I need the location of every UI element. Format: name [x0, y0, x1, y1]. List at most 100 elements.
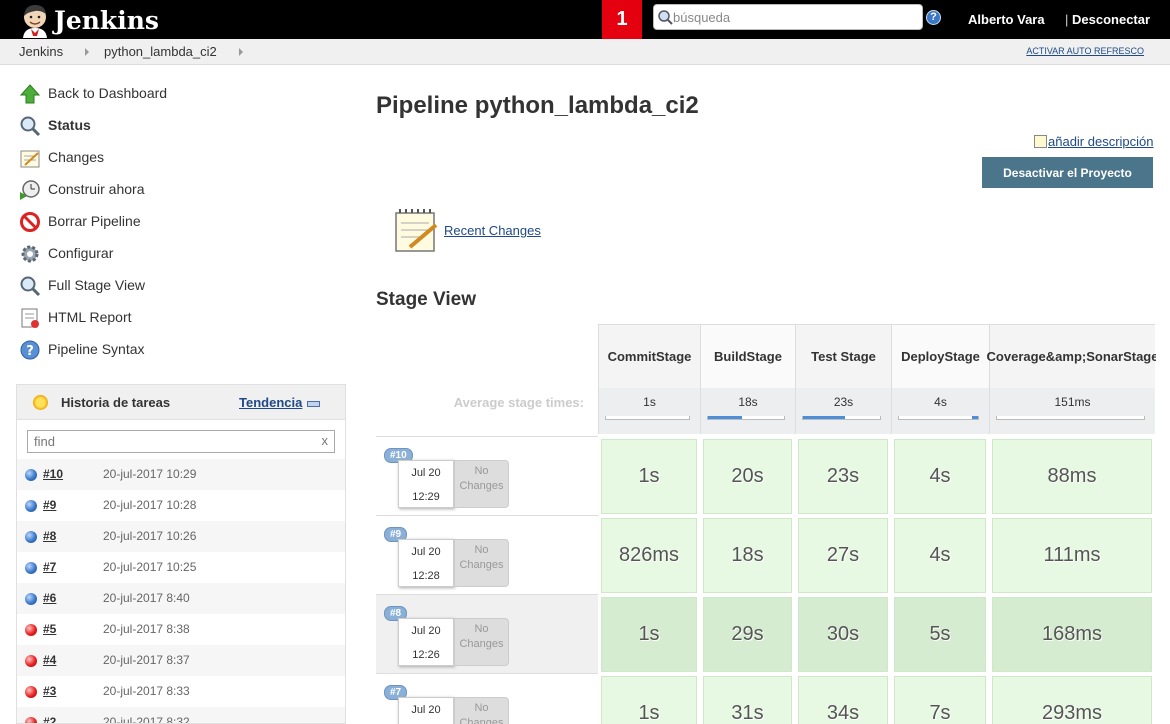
- stage-cell[interactable]: 88ms: [992, 439, 1152, 514]
- build-date[interactable]: 20-jul-2017 8:37: [103, 653, 190, 667]
- auto-refresh-link[interactable]: ACTIVAR AUTO REFRESCO: [1026, 46, 1144, 56]
- stage-cell[interactable]: 23s: [798, 439, 888, 514]
- build-history-row[interactable]: #3 20-jul-2017 8:33: [17, 676, 345, 707]
- stage-cell[interactable]: 30s: [798, 597, 888, 672]
- task-full-stage-view[interactable]: Full Stage View: [16, 270, 346, 302]
- stage-cell[interactable]: 293ms: [992, 676, 1152, 724]
- build-status-ball-icon[interactable]: [25, 562, 37, 574]
- build-number-link[interactable]: #9: [43, 498, 56, 512]
- task-back-to-dashboard[interactable]: Back to Dashboard: [16, 78, 346, 110]
- build-number-link[interactable]: #8: [43, 529, 56, 543]
- breadcrumb-arrow-icon[interactable]: [85, 48, 89, 56]
- stage-progress-fill: [971, 416, 978, 419]
- build-date[interactable]: 20-jul-2017 8:40: [103, 591, 190, 605]
- notepad-icon[interactable]: [394, 207, 438, 253]
- task-label[interactable]: Construir ahora: [48, 181, 145, 197]
- build-date[interactable]: 20-jul-2017 10:26: [103, 529, 196, 543]
- task-label[interactable]: Pipeline Syntax: [48, 341, 145, 357]
- build-date[interactable]: 20-jul-2017 8:33: [103, 684, 190, 698]
- add-description-label[interactable]: añadir descripción: [1048, 134, 1154, 149]
- build-date[interactable]: 20-jul-2017 8:38: [103, 622, 190, 636]
- search-help-icon[interactable]: ?: [926, 10, 941, 25]
- add-description-link[interactable]: añadir descripción: [1034, 134, 1154, 149]
- build-date[interactable]: 20-jul-2017 10:28: [103, 498, 196, 512]
- run-changes[interactable]: No Changes: [454, 539, 509, 587]
- build-status-ball-icon[interactable]: [25, 531, 37, 543]
- stage-cell[interactable]: 4s: [894, 439, 986, 514]
- recent-changes-link[interactable]: Recent Changes: [444, 223, 541, 238]
- build-history-row[interactable]: #4 20-jul-2017 8:37: [17, 645, 345, 676]
- build-status-ball-icon[interactable]: [25, 655, 37, 667]
- task-label[interactable]: Back to Dashboard: [48, 85, 167, 101]
- run-changes[interactable]: No Changes: [454, 697, 509, 724]
- jenkins-logo[interactable]: Jenkins: [18, 2, 178, 38]
- build-history-row[interactable]: #6 20-jul-2017 8:40: [17, 583, 345, 614]
- user-link[interactable]: Alberto Vara: [968, 12, 1045, 27]
- stage-cell[interactable]: 18s: [703, 518, 792, 593]
- build-status-ball-icon[interactable]: [25, 717, 37, 723]
- build-date[interactable]: 20-jul-2017 10:25: [103, 560, 196, 574]
- stage-cell[interactable]: 34s: [798, 676, 888, 724]
- run-changes[interactable]: No Changes: [454, 460, 509, 508]
- task-pipeline-syntax[interactable]: ? Pipeline Syntax: [16, 334, 346, 366]
- build-status-ball-icon[interactable]: [25, 469, 37, 481]
- stage-cell[interactable]: 4s: [894, 518, 986, 593]
- task-build-now[interactable]: Construir ahora: [16, 174, 346, 206]
- build-status-ball-icon[interactable]: [25, 500, 37, 512]
- build-number-link[interactable]: #3: [43, 684, 56, 698]
- task-label[interactable]: Changes: [48, 149, 104, 165]
- stage-cell[interactable]: 5s: [894, 597, 986, 672]
- stage-cell[interactable]: 168ms: [992, 597, 1152, 672]
- breadcrumb-project[interactable]: python_lambda_ci2: [104, 44, 217, 59]
- task-label[interactable]: Configurar: [48, 245, 113, 261]
- build-status-ball-icon[interactable]: [25, 593, 37, 605]
- task-configure[interactable]: Configurar: [16, 238, 346, 270]
- build-number-link[interactable]: #4: [43, 653, 56, 667]
- build-history-row[interactable]: #9 20-jul-2017 10:28: [17, 490, 345, 521]
- disable-project-button[interactable]: Desactivar el Proyecto: [982, 157, 1153, 188]
- task-delete-pipeline[interactable]: Borrar Pipeline: [16, 206, 346, 238]
- build-date[interactable]: 20-jul-2017 10:29: [103, 467, 196, 481]
- notification-badge[interactable]: 1: [602, 0, 642, 39]
- build-status-ball-icon[interactable]: [25, 686, 37, 698]
- breadcrumb-jenkins[interactable]: Jenkins: [19, 44, 63, 59]
- build-filter-input[interactable]: [34, 433, 314, 450]
- task-label[interactable]: HTML Report: [48, 309, 132, 325]
- task-changes[interactable]: Changes: [16, 142, 346, 174]
- task-label[interactable]: Status: [48, 117, 91, 133]
- build-number-link[interactable]: #5: [43, 622, 56, 636]
- trend-link[interactable]: Tendencia: [239, 395, 302, 410]
- logout-link[interactable]: Desconectar: [1072, 12, 1150, 27]
- build-number-link[interactable]: #10: [43, 467, 63, 481]
- build-history-row[interactable]: #7 20-jul-2017 10:25: [17, 552, 345, 583]
- stage-cell[interactable]: 826ms: [601, 518, 697, 593]
- clear-filter-icon[interactable]: x: [322, 433, 329, 448]
- stage-cell[interactable]: 7s: [894, 676, 986, 724]
- stage-cell[interactable]: 29s: [703, 597, 792, 672]
- stage-cell[interactable]: 27s: [798, 518, 888, 593]
- task-status[interactable]: Status: [16, 110, 346, 142]
- build-history-row[interactable]: #8 20-jul-2017 10:26: [17, 521, 345, 552]
- stage-cell[interactable]: 1s: [601, 597, 697, 672]
- build-history-row[interactable]: #10 20-jul-2017 10:29: [17, 459, 345, 490]
- stage-run-info: #9 Jul 20 12:28 No Changes: [376, 515, 598, 594]
- build-history-row[interactable]: #5 20-jul-2017 8:38: [17, 614, 345, 645]
- breadcrumb-arrow-icon[interactable]: [239, 48, 243, 56]
- build-history-row[interactable]: #2 20-jul-2017 8:32: [17, 707, 345, 723]
- task-html-report[interactable]: HTML Report: [16, 302, 346, 334]
- build-number-link[interactable]: #6: [43, 591, 56, 605]
- stage-cell[interactable]: 20s: [703, 439, 792, 514]
- task-label[interactable]: Full Stage View: [48, 277, 145, 293]
- search-input[interactable]: [673, 8, 913, 27]
- stage-cell[interactable]: 111ms: [992, 518, 1152, 593]
- build-status-ball-icon[interactable]: [25, 624, 37, 636]
- build-number-link[interactable]: #7: [43, 560, 56, 574]
- build-date[interactable]: 20-jul-2017 8:32: [103, 715, 190, 723]
- task-label[interactable]: Borrar Pipeline: [48, 213, 141, 229]
- stage-cell[interactable]: 31s: [703, 676, 792, 724]
- run-changes[interactable]: No Changes: [454, 618, 509, 666]
- stage-cell[interactable]: 1s: [601, 439, 697, 514]
- build-number-link[interactable]: #2: [43, 715, 56, 723]
- trend-icon[interactable]: [307, 401, 320, 407]
- stage-cell[interactable]: 1s: [601, 676, 697, 724]
